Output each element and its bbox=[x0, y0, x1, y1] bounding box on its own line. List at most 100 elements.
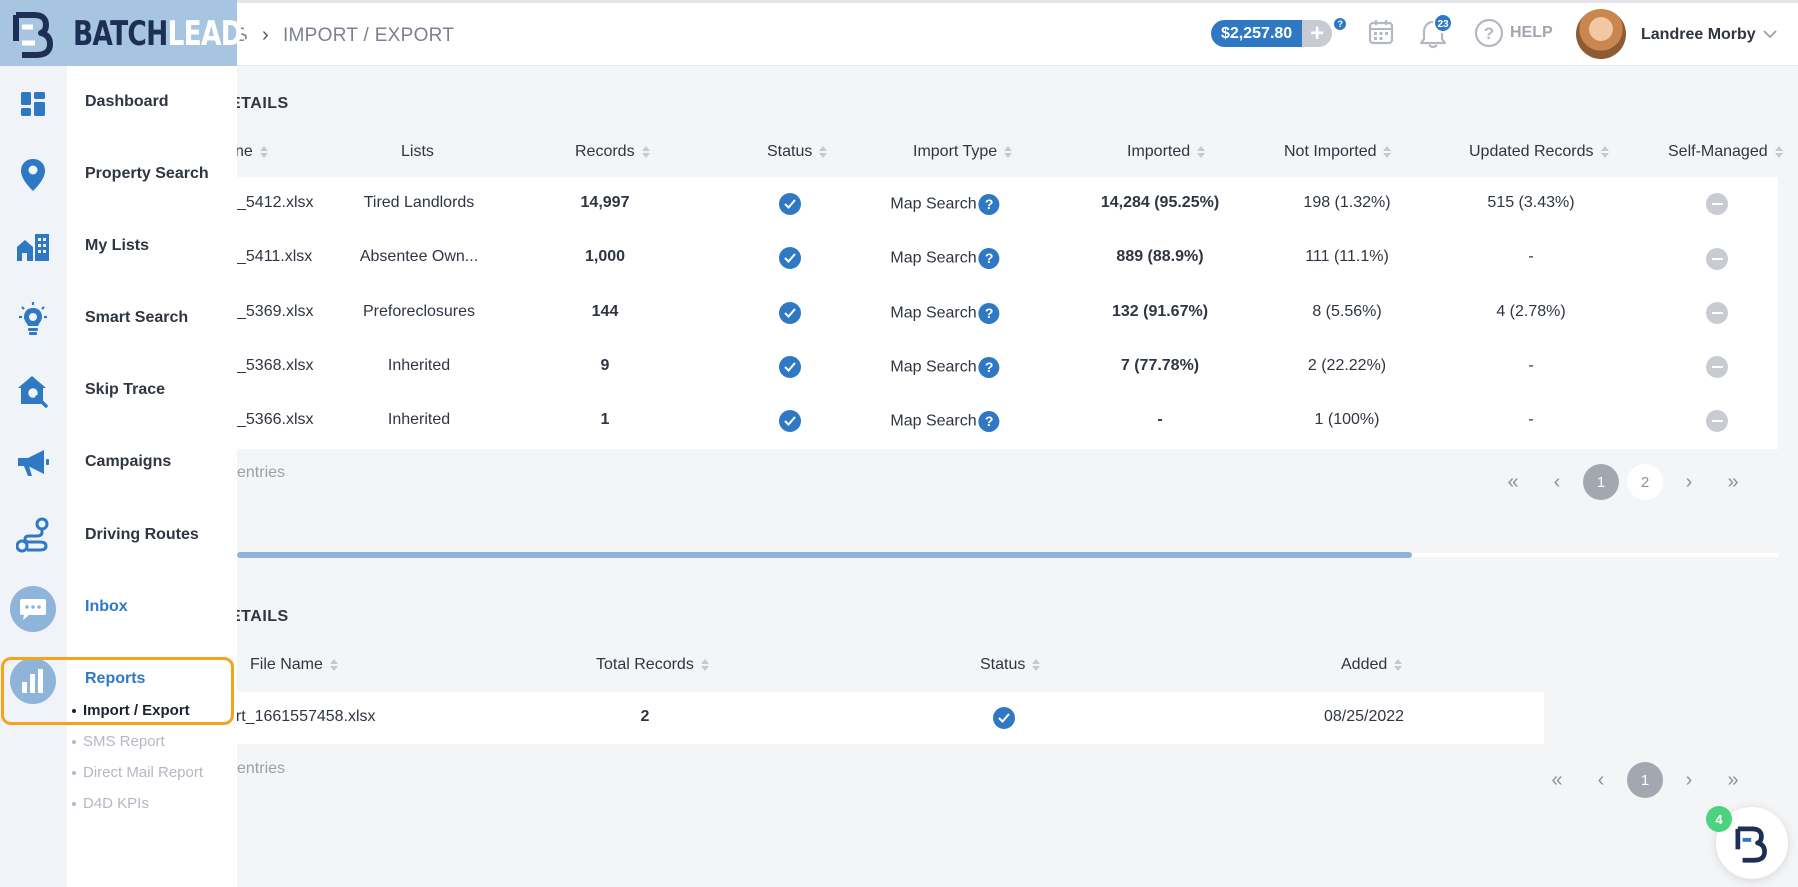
column-header-file-name[interactable]: File Name bbox=[250, 656, 338, 674]
minus-circle-icon[interactable] bbox=[1706, 356, 1728, 378]
sidebar-item-dashboard[interactable]: Dashboard bbox=[85, 93, 169, 111]
column-header-status[interactable]: Status bbox=[767, 143, 828, 161]
help-link[interactable]: ? HELP bbox=[1474, 18, 1553, 48]
export-pagination: « ‹ 1 › » bbox=[1535, 762, 1755, 798]
megaphone-icon[interactable] bbox=[12, 442, 54, 484]
check-icon bbox=[779, 247, 801, 269]
buildings-icon[interactable] bbox=[12, 226, 54, 268]
first-page-button[interactable]: « bbox=[1535, 762, 1579, 798]
imported-cell: - bbox=[1157, 411, 1163, 428]
sidebar-item-driving-routes[interactable]: Driving Routes bbox=[85, 526, 199, 544]
help-question-icon[interactable]: ? bbox=[978, 248, 1000, 269]
column-header-self-managed[interactable]: Self-Managed bbox=[1668, 143, 1783, 161]
sidebar-subitem-d4d-kpis[interactable]: D4D KPIs bbox=[72, 795, 149, 812]
map-pin-icon[interactable] bbox=[12, 154, 54, 196]
column-header-added[interactable]: Added bbox=[1341, 656, 1403, 674]
prev-page-button[interactable]: ‹ bbox=[1579, 762, 1623, 798]
list-cell: Absentee Own... bbox=[359, 248, 479, 265]
list-cell: Inherited bbox=[387, 357, 451, 374]
help-question-icon[interactable]: ? bbox=[978, 357, 1000, 378]
sort-icon bbox=[259, 146, 268, 158]
help-question-icon[interactable]: ? bbox=[978, 194, 1000, 215]
sidebar-item-skip-trace[interactable]: Skip Trace bbox=[85, 381, 165, 399]
dashboard-icon[interactable] bbox=[12, 83, 54, 125]
calendar-icon[interactable] bbox=[1367, 18, 1395, 51]
minus-circle-icon[interactable] bbox=[1706, 302, 1728, 324]
file-name-cell[interactable]: _5366.xlsx bbox=[237, 411, 314, 429]
last-page-button[interactable]: » bbox=[1711, 762, 1755, 798]
horizontal-scrollbar[interactable] bbox=[237, 552, 1412, 558]
records-cell: 1,000 bbox=[584, 248, 626, 265]
minus-circle-icon[interactable] bbox=[1706, 410, 1728, 432]
balance-widget[interactable]: $2,257.80 + ? bbox=[1211, 18, 1347, 47]
imported-cell: 889 (88.9%) bbox=[1116, 248, 1204, 265]
import-section-title: ETAILS bbox=[230, 95, 289, 112]
file-name-cell[interactable]: _5411.xlsx bbox=[237, 248, 312, 266]
export-section-title: ETAILS bbox=[230, 608, 289, 625]
breadcrumb: S › IMPORT / EXPORT bbox=[235, 24, 454, 47]
add-funds-button[interactable]: + bbox=[1302, 20, 1333, 47]
house-search-icon[interactable] bbox=[12, 370, 54, 412]
file-name-cell[interactable]: _5368.xlsx bbox=[237, 357, 314, 375]
entries-info: entries bbox=[237, 760, 286, 777]
not-imported-cell: 8 (5.56%) bbox=[1312, 303, 1382, 320]
sidebar-item-property-search[interactable]: Property Search bbox=[85, 165, 209, 183]
column-header-import-type[interactable]: Import Type bbox=[913, 143, 1013, 161]
sidebar-item-my-lists[interactable]: My Lists bbox=[85, 237, 149, 255]
sort-icon bbox=[819, 146, 828, 158]
column-header-status[interactable]: Status bbox=[980, 656, 1041, 674]
sidebar-item-smart-search[interactable]: Smart Search bbox=[85, 309, 188, 327]
sort-icon bbox=[700, 659, 709, 671]
prev-page-button[interactable]: ‹ bbox=[1535, 464, 1579, 500]
page-button[interactable]: 1 bbox=[1583, 464, 1619, 500]
minus-circle-icon[interactable] bbox=[1706, 248, 1728, 270]
column-header-lists: Lists bbox=[401, 143, 434, 160]
column-header-total-records[interactable]: Total Records bbox=[596, 656, 709, 674]
svg-text:?: ? bbox=[1484, 24, 1494, 43]
import-type-cell: Map Search? bbox=[890, 248, 1000, 269]
not-imported-cell: 198 (1.32%) bbox=[1303, 194, 1391, 211]
records-cell: 1 bbox=[600, 411, 610, 428]
chevron-down-icon[interactable] bbox=[1762, 27, 1778, 45]
logo[interactable]: BATCHLEADS bbox=[0, 0, 261, 66]
help-circle-icon: ? bbox=[1474, 18, 1504, 48]
sidebar-subitem-direct-mail-report[interactable]: Direct Mail Report bbox=[72, 764, 203, 781]
column-header-updated-records[interactable]: Updated Records bbox=[1469, 143, 1609, 161]
next-page-button[interactable]: › bbox=[1667, 762, 1711, 798]
column-header-not-imported[interactable]: Not Imported bbox=[1284, 143, 1392, 161]
help-question-icon[interactable]: ? bbox=[978, 303, 1000, 324]
sort-icon bbox=[1004, 146, 1013, 158]
next-page-button[interactable]: › bbox=[1667, 464, 1711, 500]
list-cell: Inherited bbox=[387, 411, 451, 428]
chat-bubble-icon[interactable] bbox=[10, 586, 56, 632]
records-cell: 144 bbox=[591, 303, 619, 320]
sidebar-subitem-sms-report[interactable]: SMS Report bbox=[72, 733, 165, 750]
minus-circle-icon[interactable] bbox=[1706, 193, 1728, 215]
user-name[interactable]: Landree Morby bbox=[1641, 26, 1756, 44]
file-name-cell[interactable]: _5412.xlsx bbox=[237, 194, 314, 212]
imported-cell: 7 (77.78%) bbox=[1120, 357, 1200, 374]
page-button[interactable]: 1 bbox=[1627, 762, 1663, 798]
not-imported-cell: 2 (22.22%) bbox=[1307, 357, 1387, 374]
import-type-cell: Map Search? bbox=[890, 303, 1000, 324]
help-question-icon[interactable]: ? bbox=[978, 411, 1000, 432]
sort-icon bbox=[1383, 146, 1392, 158]
page-button[interactable]: 2 bbox=[1627, 464, 1663, 500]
last-page-button[interactable]: » bbox=[1711, 464, 1755, 500]
first-page-button[interactable]: « bbox=[1491, 464, 1535, 500]
column-header-records[interactable]: Records bbox=[575, 143, 650, 161]
file-name-cell[interactable]: ort_1661557458.xlsx bbox=[227, 708, 376, 726]
avatar[interactable] bbox=[1576, 9, 1626, 59]
sidebar-item-inbox[interactable]: Inbox bbox=[85, 598, 128, 616]
column-header-name[interactable]: ne bbox=[235, 143, 268, 161]
sidebar-item-campaigns[interactable]: Campaigns bbox=[85, 453, 171, 471]
file-name-cell[interactable]: _5369.xlsx bbox=[237, 303, 314, 321]
records-cell: 9 bbox=[600, 357, 610, 374]
lightbulb-icon[interactable] bbox=[12, 298, 54, 340]
sort-icon bbox=[1197, 146, 1206, 158]
sort-icon bbox=[1774, 146, 1783, 158]
check-icon bbox=[779, 356, 801, 378]
not-imported-cell: 111 (11.1%) bbox=[1305, 248, 1389, 265]
route-icon[interactable] bbox=[12, 514, 54, 556]
column-header-imported[interactable]: Imported bbox=[1127, 143, 1206, 161]
